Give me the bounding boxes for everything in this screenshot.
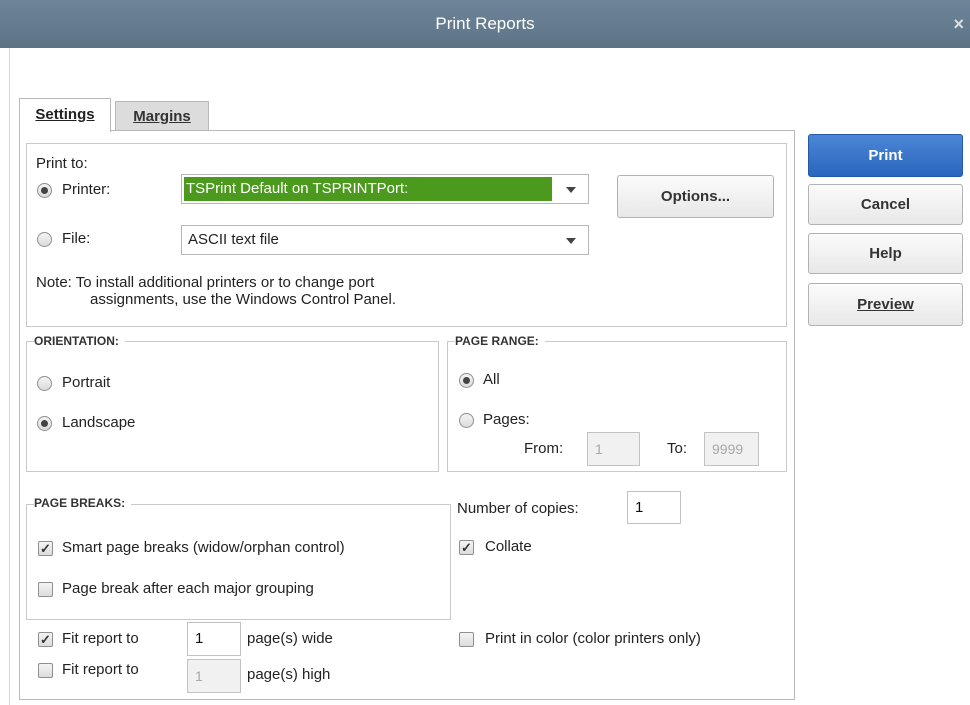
- tab-margins-label: Margins: [133, 108, 191, 125]
- portrait-radio[interactable]: [37, 376, 52, 391]
- all-pages-radio[interactable]: [459, 373, 474, 388]
- printer-label: Printer:: [62, 181, 111, 198]
- major-grouping-break-label: Page break after each major grouping: [62, 580, 314, 597]
- collate-checkbox[interactable]: ✓: [459, 540, 474, 555]
- smart-page-breaks-checkbox[interactable]: ✓: [38, 541, 53, 556]
- tab-margins[interactable]: Margins: [115, 101, 209, 131]
- options-button-label: Options...: [660, 188, 731, 205]
- copies-input[interactable]: 1: [627, 491, 681, 524]
- page-range-radio[interactable]: [459, 413, 474, 428]
- file-format-dropdown[interactable]: ASCII text file: [181, 225, 589, 255]
- cancel-button-label: Cancel: [860, 196, 911, 213]
- page-range-legend: PAGE RANGE:: [455, 334, 545, 348]
- file-radio[interactable]: [37, 232, 52, 247]
- printer-dropdown-value: TSPrint Default on TSPRINTPort:: [184, 177, 552, 201]
- note-text-line1: Note: To install additional printers or …: [36, 274, 375, 291]
- note-text-line2: assignments, use the Windows Control Pan…: [90, 291, 396, 308]
- major-grouping-break-checkbox[interactable]: [38, 582, 53, 597]
- print-to-label: Print to:: [36, 155, 88, 172]
- help-button[interactable]: Help: [808, 233, 963, 274]
- print-button-label: Print: [868, 147, 903, 164]
- page-breaks-legend: PAGE BREAKS:: [34, 496, 132, 510]
- smart-page-breaks-label: Smart page breaks (widow/orphan control): [62, 539, 345, 556]
- printer-dropdown[interactable]: TSPrint Default on TSPRINTPort:: [181, 174, 589, 204]
- fit-high-suffix: page(s) high: [247, 666, 331, 683]
- from-label: From:: [524, 440, 564, 457]
- window-title: Print Reports: [435, 14, 535, 33]
- fit-high-input[interactable]: 1: [187, 659, 241, 693]
- print-color-label: Print in color (color printers only): [485, 630, 701, 647]
- options-button[interactable]: Options...: [617, 175, 774, 218]
- window-border: [9, 48, 10, 705]
- fit-high-checkbox[interactable]: [38, 663, 53, 678]
- preview-button-label: Preview: [857, 296, 914, 313]
- from-page-input[interactable]: 1: [587, 432, 640, 466]
- orientation-group: [26, 341, 439, 472]
- page-range-label: Pages:: [483, 411, 530, 428]
- to-page-input[interactable]: 9999: [704, 432, 759, 466]
- fit-wide-label: Fit report to: [62, 630, 139, 647]
- chevron-down-icon: [566, 187, 576, 193]
- help-button-label: Help: [869, 245, 902, 262]
- chevron-down-icon: [566, 238, 576, 244]
- page-breaks-group: [26, 504, 451, 620]
- landscape-radio[interactable]: [37, 416, 52, 431]
- printer-radio[interactable]: [37, 183, 52, 198]
- all-pages-label: All: [483, 371, 500, 388]
- orientation-legend: ORIENTATION:: [34, 334, 125, 348]
- file-label: File:: [62, 230, 91, 247]
- preview-button[interactable]: Preview: [808, 283, 963, 326]
- close-icon[interactable]: ×: [953, 0, 964, 48]
- title-bar: Print Reports: [0, 0, 970, 48]
- cancel-button[interactable]: Cancel: [808, 184, 963, 225]
- landscape-label: Landscape: [62, 414, 136, 431]
- collate-label: Collate: [485, 538, 532, 555]
- to-label: To:: [667, 440, 688, 457]
- fit-wide-input[interactable]: 1: [187, 622, 241, 656]
- fit-high-label: Fit report to: [62, 661, 139, 678]
- file-format-value: ASCII text file: [188, 231, 279, 248]
- print-color-checkbox[interactable]: [459, 632, 474, 647]
- fit-wide-checkbox[interactable]: ✓: [38, 632, 53, 647]
- tab-settings[interactable]: Settings: [19, 98, 111, 132]
- fit-wide-suffix: page(s) wide: [247, 630, 333, 647]
- copies-label: Number of copies:: [457, 500, 579, 517]
- portrait-label: Portrait: [62, 374, 111, 391]
- print-button[interactable]: Print: [808, 134, 963, 177]
- tab-settings-label: Settings: [35, 106, 95, 123]
